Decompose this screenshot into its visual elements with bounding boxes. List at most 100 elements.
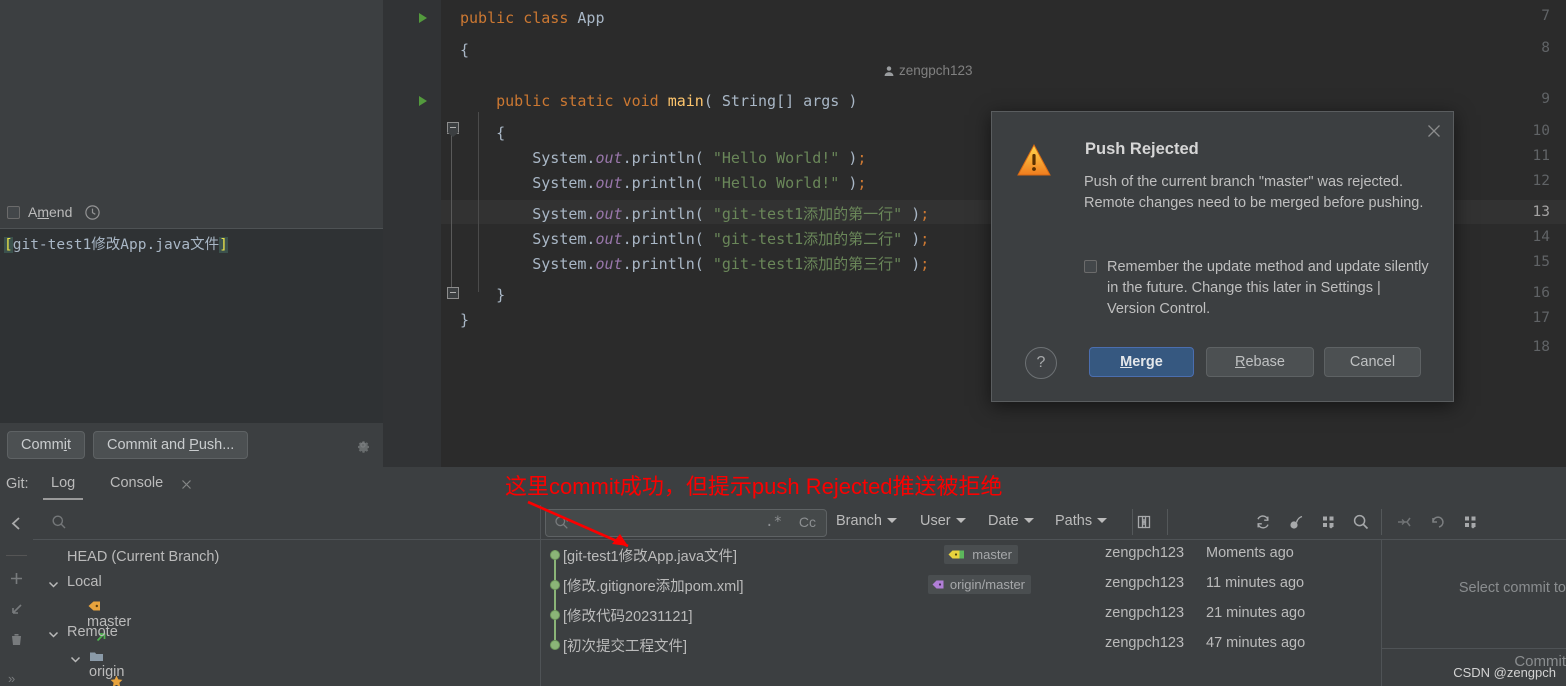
branch-tree-item-label: Remote [67, 624, 118, 640]
code-line: public static void main( String[] args ) [496, 92, 858, 110]
warning-icon [1016, 143, 1052, 177]
code-fold-line [451, 122, 452, 298]
branch-tree-item[interactable]: HEAD (Current Branch) [67, 549, 219, 565]
rail-divider [6, 555, 27, 556]
show-as-tree-icon[interactable] [1320, 513, 1338, 531]
bracket-open: [ [4, 237, 13, 253]
commit-button[interactable]: Commit [7, 431, 85, 459]
commit-date: 11 minutes ago [1206, 575, 1305, 591]
clock-icon[interactable] [84, 204, 101, 221]
go-to-child-icon[interactable] [1396, 513, 1414, 531]
watermark: CSDN @zengpch [1453, 665, 1556, 680]
commit-message-text: git-test1修改App.java文件 [12, 237, 220, 253]
filter-paths[interactable]: Paths [1055, 513, 1108, 529]
code-line: System.out.println( "git-test1添加的第三行" ); [460, 255, 930, 273]
filter-date[interactable]: Date [988, 513, 1034, 529]
collapse-arrow-icon[interactable] [8, 601, 25, 618]
commit-author: zengpch123 [1105, 575, 1185, 591]
commit-details-placeholder: Select commit to [1458, 580, 1566, 596]
branch-tree-item[interactable]: master [109, 674, 153, 686]
intellisort-icon[interactable] [1135, 513, 1153, 531]
remember-update-method-row[interactable]: Remember the update method and update si… [1084, 257, 1429, 320]
code-line: { [460, 124, 506, 142]
commit-date: 21 minutes ago [1206, 605, 1306, 621]
push-rejected-dialog: Push Rejected Push of the current branch… [991, 111, 1454, 402]
filter-user[interactable]: User [920, 513, 966, 529]
close-console-tab-icon[interactable] [180, 478, 193, 491]
ref-label: master [972, 547, 1012, 562]
dialog-title: Push Rejected [1085, 140, 1199, 158]
chevron-down-icon[interactable] [47, 578, 60, 591]
rebase-button[interactable]: Rebase [1206, 347, 1314, 377]
commit-details-pane: Select commit to Commit [1382, 539, 1566, 686]
branch-tree-item[interactable]: Remote [67, 624, 118, 640]
git-window-label: Git: [6, 476, 29, 492]
cherry-pick-icon[interactable] [1287, 513, 1305, 531]
chevron-down-icon[interactable] [69, 653, 82, 666]
commit-row[interactable]: [修改代码20231121] zengpch123 21 minutes ago [541, 600, 1381, 630]
gear-icon[interactable] [355, 437, 371, 453]
add-icon[interactable] [8, 570, 25, 587]
code-line: System.out.println( "Hello World!" ); [460, 149, 867, 167]
commit-message: [git-test1修改App.java文件] [563, 549, 738, 565]
fold-marker-close-icon[interactable] [447, 287, 459, 299]
commit-author: zengpch123 [1105, 605, 1185, 621]
remote-ref-badge[interactable]: origin/master [927, 575, 1031, 594]
commit-options-row: Amend [0, 196, 383, 228]
search-icon[interactable] [554, 515, 569, 530]
editor-gutter[interactable] [383, 0, 441, 467]
help-button[interactable]: ? [1025, 347, 1057, 379]
branch-tree-item-label: Local [67, 574, 102, 590]
code-line: } [460, 311, 470, 329]
delete-icon[interactable] [8, 631, 25, 648]
commit-message-input[interactable]: [git-test1修改App.java文件] [0, 228, 383, 423]
collapse-left-icon[interactable] [8, 515, 25, 532]
regex-toggle[interactable]: .* [765, 514, 782, 530]
top-workspace: Amend [git-test1修改App.java文件] Commit Com… [0, 0, 1566, 467]
filter-branch[interactable]: Branch [836, 513, 897, 529]
tab-console[interactable]: Console [110, 475, 163, 491]
fold-marker-open-icon[interactable] [447, 122, 459, 137]
git-log-side-rail: » [0, 505, 33, 686]
close-icon[interactable] [1425, 122, 1443, 140]
search-icon[interactable] [51, 514, 67, 530]
commit-row[interactable]: [git-test1修改App.java文件] master zengpch123 M… [541, 540, 1381, 570]
commit-message: [初次提交工程文件] [563, 639, 688, 655]
local-ref-badge[interactable]: master [944, 545, 1018, 564]
code-line: { [460, 41, 470, 59]
refresh-icon[interactable] [1254, 513, 1272, 531]
run-gutter-icon[interactable] [419, 13, 427, 23]
presentation-icon[interactable] [1462, 513, 1480, 531]
amend-checkbox[interactable] [7, 205, 20, 219]
run-gutter-icon[interactable] [419, 96, 427, 106]
inline-author-annotation: zengpch123 [883, 63, 973, 78]
ref-label: origin/master [949, 577, 1025, 592]
git-log-area: .* Cc Branch User Date Paths [git-test1修… [541, 505, 1566, 686]
detail-divider [1382, 648, 1566, 649]
match-case-toggle[interactable]: Cc [799, 514, 816, 530]
commit-graph-node [550, 640, 560, 650]
log-search-input[interactable]: .* Cc [545, 509, 827, 537]
code-line: public class App [460, 9, 605, 27]
cancel-button[interactable]: Cancel [1324, 347, 1421, 377]
dialog-footer: ? Merge Rebase Cancel [992, 347, 1453, 379]
merge-button[interactable]: Merge [1089, 347, 1194, 377]
commit-message-panel: Amend [git-test1修改App.java文件] Commit Com… [0, 0, 383, 467]
commit-list[interactable]: [git-test1修改App.java文件] master zengpch123 M… [541, 539, 1382, 686]
branch-tree-item[interactable]: Local [67, 574, 102, 590]
more-icon[interactable]: » [8, 670, 25, 686]
remember-update-checkbox[interactable] [1084, 260, 1097, 273]
bracket-close: ] [219, 237, 228, 253]
chevron-down-icon[interactable] [47, 628, 60, 641]
search-icon[interactable] [1352, 513, 1370, 531]
tab-log[interactable]: Log [42, 475, 84, 500]
commit-row[interactable]: [初次提交工程文件] zengpch123 47 minutes ago [541, 630, 1381, 660]
commit-row[interactable]: [修改.gitignore添加pom.xml] origin/master zeng… [541, 570, 1381, 600]
branch-search-row[interactable] [33, 505, 540, 540]
branch-tree-panel: HEAD (Current Branch) Local master Remote o… [33, 505, 541, 686]
commit-author: zengpch123 [1105, 635, 1185, 651]
commit-date: 47 minutes ago [1206, 635, 1306, 651]
revert-icon[interactable] [1429, 513, 1447, 531]
code-line: System.out.println( "git-test1添加的第二行" ); [460, 230, 930, 248]
commit-and-push-button[interactable]: Commit and Push... [92, 431, 249, 459]
